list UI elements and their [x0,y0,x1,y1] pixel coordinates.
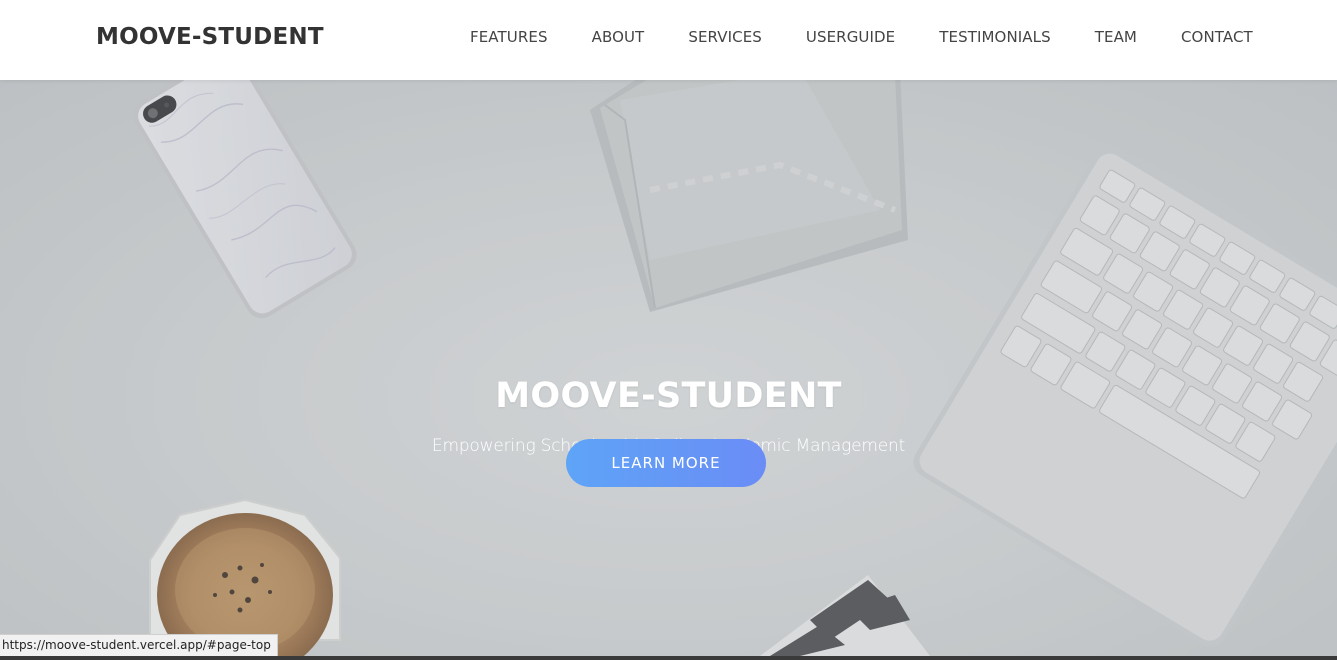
nav-link-features[interactable]: FEATURES [470,28,548,46]
nav-link-userguide[interactable]: USERGUIDE [806,28,895,46]
nav-item-testimonials: TESTIMONIALS [917,28,1072,47]
nav-link-team[interactable]: TEAM [1095,28,1137,46]
nav-item-userguide: USERGUIDE [784,28,917,47]
nav-link-services[interactable]: SERVICES [688,28,762,46]
nav-link-contact[interactable]: CONTACT [1181,28,1253,46]
nav-link-testimonials[interactable]: TESTIMONIALS [939,28,1050,46]
status-bar-url: https://moove-student.vercel.app/#page-t… [0,634,278,656]
nav-item-contact: CONTACT [1159,28,1275,47]
navbar: MOOVE-STUDENT FEATURES ABOUT SERVICES US… [0,0,1337,80]
nav-item-features: FEATURES [448,28,570,47]
nav-links: FEATURES ABOUT SERVICES USERGUIDE TESTIM… [448,28,1275,47]
hero-background-image [0,80,1337,656]
hero-section: MOOVE-STUDENT Empowering Schools with On… [0,80,1337,656]
nav-item-services: SERVICES [666,28,784,47]
learn-more-button[interactable]: LEARN MORE [566,439,766,487]
hero-title: MOOVE-STUDENT [495,376,842,416]
nav-link-about[interactable]: ABOUT [592,28,645,46]
nav-item-team: TEAM [1073,28,1159,47]
bottom-edge-strip [0,656,1337,660]
nav-item-about: ABOUT [570,28,667,47]
brand-logo[interactable]: MOOVE-STUDENT [96,24,324,50]
